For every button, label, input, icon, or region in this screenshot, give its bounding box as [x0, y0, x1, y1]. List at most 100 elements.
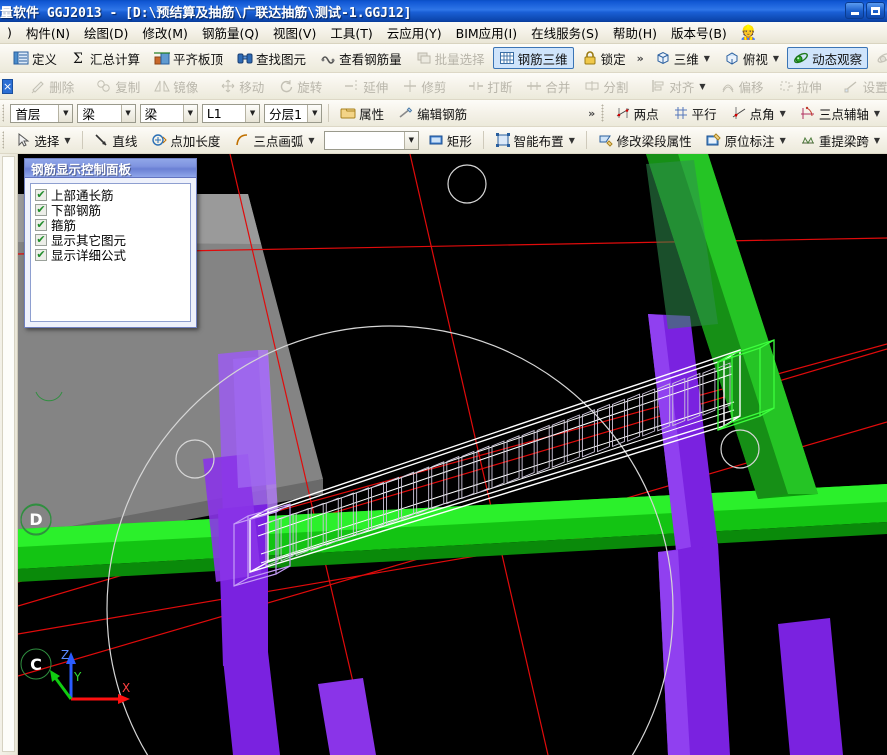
- chevron-down-icon[interactable]: ▼: [704, 54, 710, 63]
- menu-item-rebar-quantity[interactable]: 钢筋量(Q): [195, 22, 266, 43]
- smart-layout-button[interactable]: 智能布置 ▼: [489, 129, 581, 151]
- menu-item-bim[interactable]: BIM应用(I): [449, 22, 525, 43]
- merge-button[interactable]: 合并: [520, 75, 576, 97]
- menu-item-version[interactable]: 版本号(B): [664, 22, 734, 43]
- parallel-axis-button[interactable]: 平行: [667, 102, 723, 124]
- minimize-button[interactable]: [845, 2, 864, 19]
- chevron-down-icon[interactable]: ▼: [245, 104, 260, 122]
- select-tool-button[interactable]: 选择 ▼: [9, 129, 76, 151]
- menu-item-tools[interactable]: 工具(T): [323, 22, 379, 43]
- properties-button[interactable]: 属性: [334, 102, 390, 124]
- point-length-tool-button[interactable]: 点加长度: [145, 129, 226, 151]
- menu-item-0[interactable]: ): [0, 23, 19, 42]
- chevron-down-icon[interactable]: ▼: [773, 54, 779, 63]
- split-button[interactable]: 分割: [578, 75, 634, 97]
- two-point-axis-button[interactable]: 两点: [609, 102, 665, 124]
- chevron-down-icon[interactable]: ▼: [308, 136, 314, 145]
- menu-item-component[interactable]: 构件(N): [19, 22, 77, 43]
- break-button[interactable]: 打断: [462, 75, 518, 97]
- menu-item-help[interactable]: 帮助(H): [606, 22, 664, 43]
- restore-button[interactable]: [866, 2, 885, 19]
- edit-rebar-button[interactable]: 编辑钢筋: [392, 102, 473, 124]
- rotate-button[interactable]: 旋转: [272, 75, 328, 97]
- floor-combo[interactable]: 首层 ▼: [10, 103, 74, 123]
- find-element-label: 查找图元: [256, 51, 307, 67]
- left-panel-collapsed-strip[interactable]: [2, 156, 15, 752]
- menu-item-draw[interactable]: 绘图(D): [77, 22, 135, 43]
- edit-beam-segment-button[interactable]: 修改梁段属性: [592, 129, 698, 151]
- move-button[interactable]: 移动: [214, 75, 270, 97]
- chevron-down-icon[interactable]: ▼: [874, 136, 880, 145]
- summary-calc-button[interactable]: Σ 汇总计算: [65, 47, 146, 69]
- checkbox-checked-icon[interactable]: ✔: [35, 203, 47, 216]
- rebar-3d-icon: [499, 50, 515, 66]
- view-rebar-quantity-button[interactable]: 查看钢筋量: [314, 47, 408, 69]
- line-tool-button[interactable]: 直线: [87, 129, 143, 151]
- local-3d-button[interactable]: 局部三维: [870, 47, 887, 69]
- stretch-button[interactable]: 拉伸: [772, 75, 828, 97]
- find-element-button[interactable]: 查找图元: [231, 47, 312, 69]
- checkbox-checked-icon[interactable]: ✔: [35, 218, 47, 231]
- close-icon[interactable]: ×: [2, 78, 14, 94]
- offset-button[interactable]: 偏移: [714, 75, 770, 97]
- extend-icon: [344, 78, 360, 94]
- view-top-button[interactable]: 俯视 ▼: [718, 47, 785, 69]
- toolbar-grip[interactable]: [2, 131, 5, 149]
- element-type-combo[interactable]: 梁 ▼: [139, 103, 198, 123]
- menu-item-online-service[interactable]: 在线服务(S): [524, 22, 606, 43]
- category-combo[interactable]: 梁 ▼: [77, 103, 136, 123]
- delete-button[interactable]: 删除: [24, 75, 80, 97]
- draw-mode-combo[interactable]: ▼: [323, 130, 419, 150]
- chevron-down-icon[interactable]: ▼: [874, 109, 880, 118]
- checkbox-checked-icon[interactable]: ✔: [35, 248, 47, 261]
- define-button[interactable]: 定义: [7, 47, 63, 69]
- rebar-display-control-panel[interactable]: 钢筋显示控制面板 ✔ 上部通长筋 ✔ 下部钢筋 ✔ 箍筋 ✔ 显示其它图元 ✔ …: [24, 158, 197, 328]
- toolbar-grip[interactable]: [601, 104, 604, 122]
- hardhat-avatar-icon[interactable]: 👷: [734, 25, 763, 41]
- point-angle-axis-button[interactable]: 点角 ▼: [725, 102, 792, 124]
- chevron-down-icon[interactable]: ▼: [64, 136, 70, 145]
- align-slab-icon: [154, 50, 171, 66]
- menu-item-cloud[interactable]: 云应用(Y): [380, 22, 449, 43]
- mirror-button[interactable]: 镜像: [148, 75, 204, 97]
- chevron-down-icon[interactable]: ▼: [780, 109, 786, 118]
- rebar-3d-button[interactable]: 钢筋三维: [492, 47, 574, 69]
- chevron-down-icon[interactable]: ▼: [403, 131, 418, 149]
- properties-label: 属性: [359, 106, 385, 122]
- chevron-down-icon[interactable]: ▼: [569, 136, 575, 145]
- copy-button[interactable]: 复制: [90, 75, 146, 97]
- align-button[interactable]: 对齐 ▼: [644, 75, 711, 97]
- chevron-down-icon[interactable]: ▼: [307, 104, 322, 122]
- align-slab-top-button[interactable]: 平齐板顶: [148, 47, 229, 69]
- element-name-combo[interactable]: L1 ▼: [201, 103, 261, 123]
- arc-tool-button[interactable]: 三点画弧 ▼: [228, 129, 320, 151]
- lock-button[interactable]: 锁定: [576, 47, 632, 69]
- three-point-axis-button[interactable]: 三点辅轴 ▼: [794, 102, 886, 124]
- element-type-combo-value: 梁: [144, 106, 158, 122]
- menu-item-modify[interactable]: 修改(M): [135, 22, 195, 43]
- chevron-down-icon[interactable]: ▼: [699, 82, 705, 91]
- rectangle-tool-button[interactable]: 矩形: [422, 129, 478, 151]
- chevron-down-icon[interactable]: ▼: [780, 136, 786, 145]
- layer-combo[interactable]: 分层1 ▼: [264, 103, 323, 123]
- inplace-annotate-button[interactable]: 原位标注 ▼: [700, 129, 792, 151]
- chevron-down-icon[interactable]: ▼: [120, 104, 135, 122]
- context-toolbar-overflow[interactable]: »: [584, 107, 599, 120]
- three-point-axis-icon: [800, 105, 816, 121]
- view-3d-button[interactable]: 三维 ▼: [649, 47, 716, 69]
- re-extract-span-button[interactable]: 重提梁跨 ▼: [794, 129, 886, 151]
- extend-button[interactable]: 延伸: [338, 75, 394, 97]
- batch-select-button[interactable]: 批量选择: [410, 47, 491, 69]
- chevron-down-icon[interactable]: ▼: [58, 104, 73, 122]
- trim-button[interactable]: 修剪: [396, 75, 452, 97]
- main-toolbar-overflow[interactable]: »: [633, 52, 648, 65]
- rebar-option-row[interactable]: ✔ 显示详细公式: [35, 247, 188, 263]
- dynamic-observe-button[interactable]: 动态观察: [787, 47, 869, 69]
- checkbox-checked-icon[interactable]: ✔: [35, 233, 47, 246]
- set-grip-button[interactable]: 设置夹点: [838, 75, 887, 97]
- chevron-down-icon[interactable]: ▼: [182, 104, 197, 122]
- toolbar-grip[interactable]: [2, 104, 5, 122]
- checkbox-checked-icon[interactable]: ✔: [35, 188, 47, 201]
- point-length-icon: [151, 132, 168, 148]
- menu-item-view[interactable]: 视图(V): [266, 22, 323, 43]
